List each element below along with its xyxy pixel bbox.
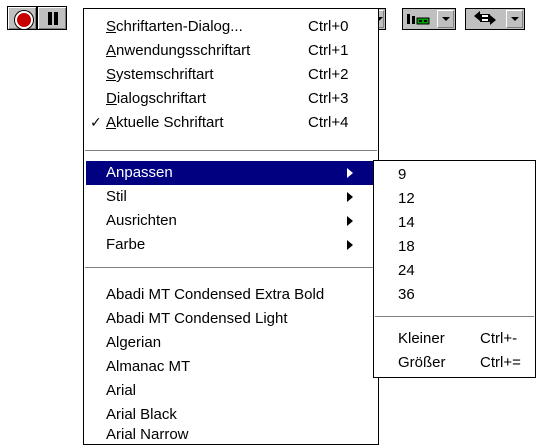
menu-item-label: Farbe — [106, 236, 146, 253]
menu-item-label: Größer — [398, 354, 446, 371]
menu-item-font-dialog[interactable]: Schriftarten-Dialog... Ctrl+0 — [86, 15, 376, 39]
mnemonic-letter: S — [106, 66, 117, 83]
menu-item-align[interactable]: Ausrichten — [86, 209, 376, 233]
font-name: Algerian — [106, 334, 162, 351]
mnemonic-letter: A — [106, 42, 117, 59]
bar-view-icon-graphic — [407, 14, 430, 25]
size-label: 9 — [398, 166, 407, 183]
menu-item-shortcut: Ctrl+- — [480, 330, 518, 347]
font-name: Arial Narrow — [106, 426, 189, 443]
font-list-item[interactable]: Abadi MT Condensed Light — [86, 307, 376, 331]
menu-item-label: Aktuelle Schriftart — [106, 111, 224, 135]
menu-item-label-rest: nwendungsschriftart — [116, 42, 251, 59]
menu-item-shortcut: Ctrl+2 — [308, 66, 349, 83]
pause-button[interactable] — [37, 6, 67, 30]
mnemonic-letter: D — [106, 90, 117, 107]
menu-item-smaller[interactable]: Kleiner Ctrl+- — [376, 327, 533, 351]
submenu-arrow-icon — [347, 192, 353, 202]
size-label: 12 — [398, 190, 415, 207]
menu-item-shortcut: Ctrl+0 — [308, 18, 349, 35]
mnemonic-letter: A — [106, 114, 117, 131]
menu-item-shortcut: Ctrl+1 — [308, 42, 349, 59]
font-list-item[interactable]: Algerian — [86, 331, 376, 355]
menu-item-dialog-font[interactable]: Dialogschriftart Ctrl+3 — [86, 87, 376, 111]
sync-arrows-icon-graphic — [474, 11, 496, 25]
menu-item-label: Schriftarten-Dialog... — [106, 15, 243, 39]
mnemonic-letter: S — [106, 18, 117, 35]
menu-item-label-rest: ystemschriftart — [116, 66, 214, 83]
bar-view-icon — [405, 10, 433, 26]
font-name: Almanac MT — [106, 358, 191, 375]
size-label: 24 — [398, 262, 415, 279]
menu-item-label: Stil — [106, 188, 127, 205]
font-name: Arial — [106, 382, 137, 399]
record-button[interactable] — [7, 6, 37, 30]
size-label: 14 — [398, 214, 415, 231]
menu-item-label: Dialogschriftart — [106, 87, 206, 111]
record-icon — [15, 11, 33, 29]
view-combo-dropdown[interactable] — [402, 8, 456, 30]
menu-separator — [85, 267, 377, 269]
size-item[interactable]: 18 — [376, 235, 533, 259]
font-list-item[interactable]: Abadi MT Condensed Extra Bold — [86, 283, 376, 307]
submenu-arrow-icon — [347, 168, 353, 178]
font-list-item[interactable]: Arial — [86, 379, 376, 403]
menu-item-current-font[interactable]: ✓ Aktuelle Schriftart Ctrl+4 — [86, 111, 376, 135]
menu-separator — [375, 316, 534, 318]
size-item[interactable]: 24 — [376, 259, 533, 283]
size-item[interactable]: 12 — [376, 187, 533, 211]
chevron-down-icon[interactable] — [437, 10, 454, 28]
font-menu: Schriftarten-Dialog... Ctrl+0 Anwendungs… — [83, 8, 379, 445]
chevron-down-icon[interactable] — [506, 10, 523, 28]
checkmark-icon: ✓ — [90, 115, 102, 131]
size-item[interactable]: 14 — [376, 211, 533, 235]
submenu-arrow-icon — [347, 240, 353, 250]
menu-item-color[interactable]: Farbe — [86, 233, 376, 257]
font-name: Abadi MT Condensed Light — [106, 310, 288, 327]
size-item[interactable]: 36 — [376, 283, 533, 307]
size-label: 36 — [398, 286, 415, 303]
menu-item-label: Anpassen — [106, 164, 173, 181]
size-submenu: 9 12 14 18 24 36 Kleiner Ctrl+- Größer C… — [373, 160, 536, 378]
menu-item-style[interactable]: Stil — [86, 185, 376, 209]
menu-item-shortcut: Ctrl+3 — [308, 90, 349, 107]
menu-item-larger[interactable]: Größer Ctrl+= — [376, 351, 533, 375]
pause-icon — [47, 12, 59, 25]
font-list-item[interactable]: Almanac MT — [86, 355, 376, 379]
menu-item-label: Systemschriftart — [106, 63, 214, 87]
menu-item-adjust[interactable]: Anpassen — [86, 161, 376, 185]
font-name: Abadi MT Condensed Extra Bold — [106, 286, 325, 303]
size-item[interactable]: 9 — [376, 163, 533, 187]
menu-item-application-font[interactable]: Anwendungsschriftart Ctrl+1 — [86, 39, 376, 63]
menu-item-label: Ausrichten — [106, 212, 177, 229]
menu-item-shortcut: Ctrl+4 — [308, 114, 349, 131]
font-list-item[interactable]: Arial Narrow — [86, 423, 376, 447]
menu-item-shortcut: Ctrl+= — [480, 354, 521, 371]
sync-arrows-icon — [470, 9, 498, 27]
menu-item-label: Anwendungsschriftart — [106, 39, 250, 63]
menu-item-label: Kleiner — [398, 330, 445, 347]
menu-item-label-rest: ktuelle Schriftart — [116, 114, 224, 131]
sync-combo-dropdown[interactable] — [465, 8, 525, 30]
menu-item-label-rest: chriftarten-Dialog... — [116, 18, 243, 35]
menu-separator — [85, 150, 377, 152]
size-label: 18 — [398, 238, 415, 255]
menu-item-system-font[interactable]: Systemschriftart Ctrl+2 — [86, 63, 376, 87]
menu-item-label-rest: ialogschriftart — [116, 90, 207, 107]
submenu-arrow-icon — [347, 216, 353, 226]
